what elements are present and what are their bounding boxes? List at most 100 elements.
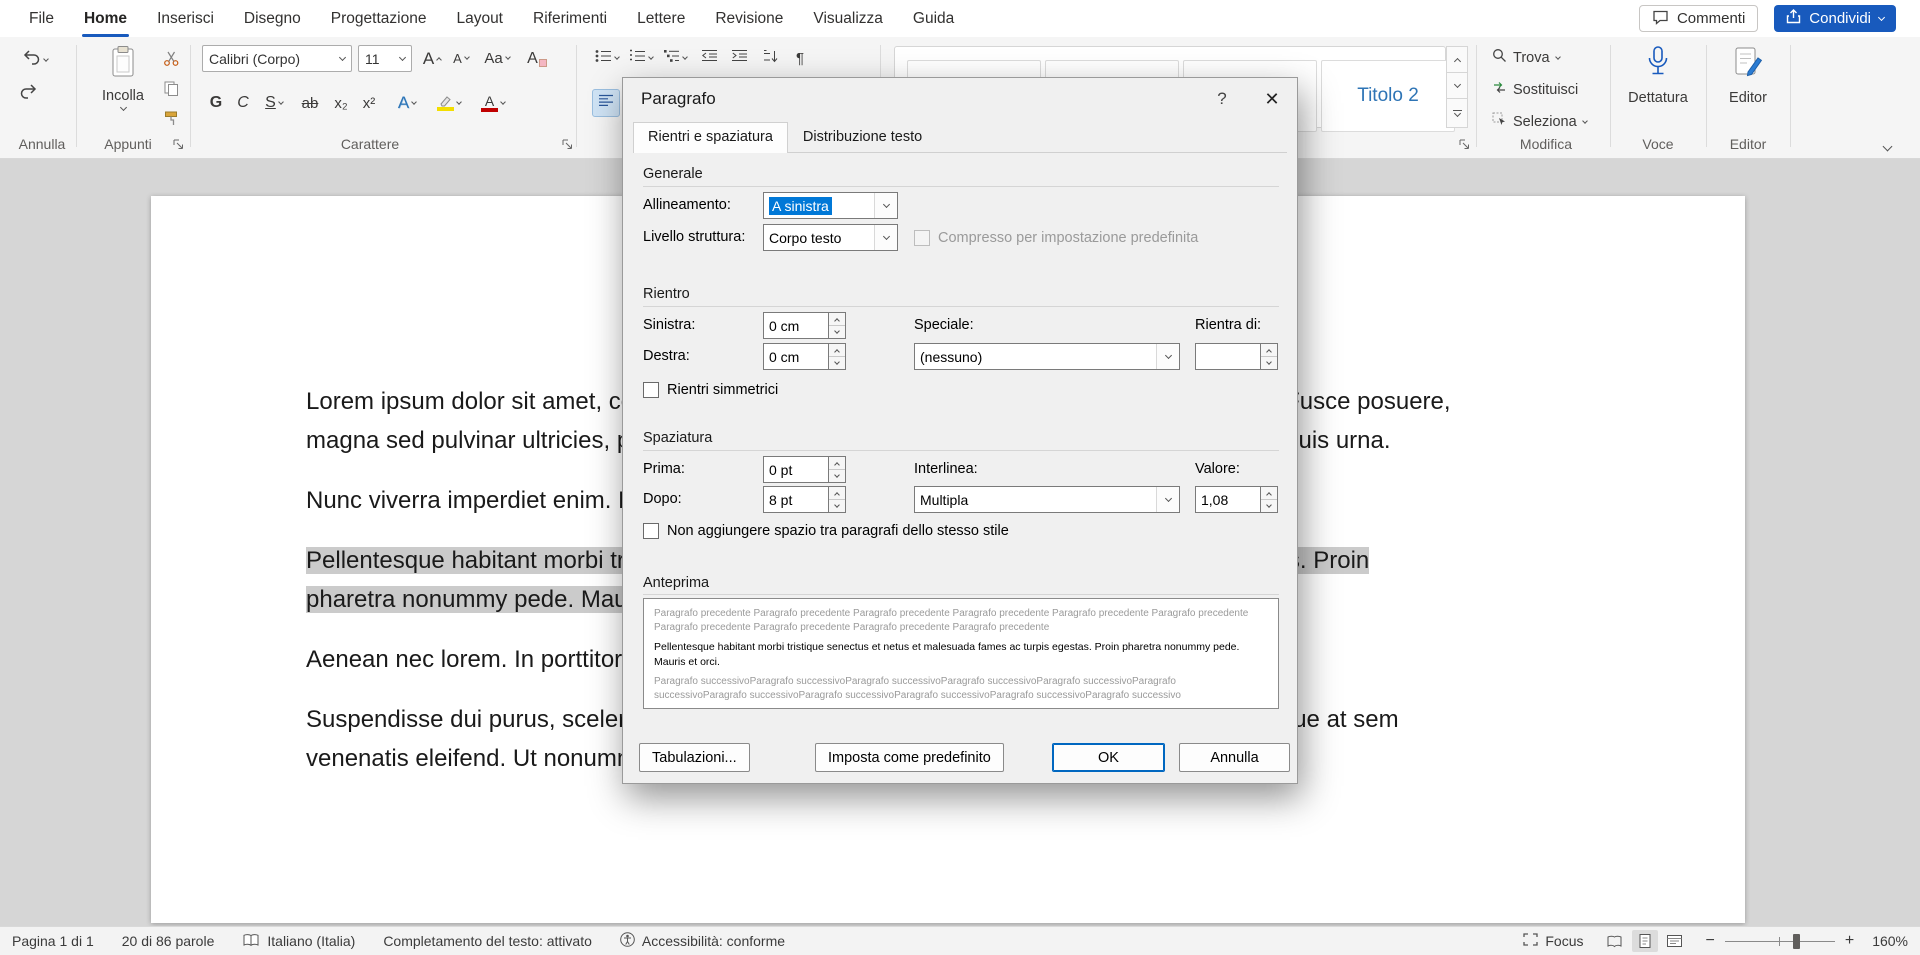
dictate-button[interactable]: Dettatura (1624, 45, 1692, 133)
editor-button[interactable]: Editor (1718, 45, 1778, 133)
spinner-down-button[interactable] (829, 500, 845, 512)
bold-button[interactable]: G (204, 89, 228, 117)
spinner-down-button[interactable] (1261, 357, 1277, 369)
share-button[interactable]: Condividi (1774, 5, 1896, 32)
format-painter-button[interactable] (158, 109, 184, 133)
clipboard-dialog-launcher[interactable] (172, 138, 187, 153)
tab-file[interactable]: File (14, 0, 69, 37)
font-size-combo[interactable]: 11 (358, 45, 412, 72)
dialog-tab-line-page-breaks[interactable]: Distribuzione testo (788, 122, 937, 152)
spinner-down-button[interactable] (829, 357, 845, 369)
tab-disegno[interactable]: Disegno (229, 0, 316, 37)
shrink-font-button[interactable]: A (448, 45, 474, 72)
spacing-at-spinner[interactable]: 1,08 (1195, 486, 1278, 513)
undo-button[interactable] (14, 47, 56, 73)
dialog-close-button[interactable]: ✕ (1247, 78, 1297, 120)
tab-riferimenti[interactable]: Riferimenti (518, 0, 622, 37)
font-color-button[interactable]: A (474, 89, 512, 117)
style-card-titolo-2[interactable]: Titolo 2 (1321, 60, 1455, 132)
zoom-out-button[interactable]: − (1706, 932, 1715, 950)
dialog-help-button[interactable]: ? (1197, 78, 1247, 120)
increase-indent-button[interactable] (726, 45, 752, 72)
zoom-slider-thumb[interactable] (1793, 934, 1800, 949)
zoom-level-button[interactable]: 160% (1872, 933, 1908, 949)
spacing-after-spinner[interactable]: 8 pt (763, 486, 846, 513)
sort-button[interactable] (756, 45, 784, 72)
text-prediction-status[interactable]: Completamento del testo: attivato (383, 933, 592, 949)
collapse-ribbon-button[interactable] (1884, 137, 1891, 155)
superscript-button[interactable]: x² (356, 89, 382, 117)
multilevel-list-button[interactable] (660, 45, 690, 72)
text-effects-button[interactable]: A (390, 89, 424, 117)
subscript-button[interactable]: x₂ (328, 89, 354, 117)
italic-button[interactable]: C (232, 89, 254, 117)
tab-layout[interactable]: Layout (441, 0, 518, 37)
spacing-before-spinner[interactable]: 0 pt (763, 456, 846, 483)
tabs-button[interactable]: Tabulazioni... (639, 743, 750, 772)
indent-right-spinner[interactable]: 0 cm (763, 343, 846, 370)
tab-visualizza[interactable]: Visualizza (798, 0, 898, 37)
spinner-up-button[interactable] (829, 457, 845, 470)
select-button[interactable]: Seleziona (1488, 109, 1591, 135)
zoom-slider[interactable] (1725, 934, 1835, 949)
change-case-button[interactable]: Aa (478, 45, 516, 72)
spinner-up-button[interactable] (829, 344, 845, 357)
clear-formatting-button[interactable]: A (522, 45, 552, 72)
cut-button[interactable] (158, 49, 184, 73)
read-mode-view-button[interactable] (1602, 930, 1628, 952)
spinner-up-button[interactable] (829, 487, 845, 500)
focus-mode-button[interactable]: Focus (1523, 933, 1583, 949)
ok-button[interactable]: OK (1052, 743, 1165, 772)
show-formatting-marks-button[interactable]: ¶ (788, 45, 812, 72)
spinner-down-button[interactable] (829, 326, 845, 338)
grow-font-button[interactable]: A (418, 45, 446, 72)
web-layout-view-button[interactable] (1662, 930, 1688, 952)
combo-dropdown-button[interactable] (1156, 344, 1179, 369)
replace-button[interactable]: Sostituisci (1488, 77, 1582, 103)
page-indicator[interactable]: Pagina 1 di 1 (12, 933, 94, 949)
find-button[interactable]: Trova (1488, 45, 1564, 71)
gallery-up-button[interactable] (1446, 46, 1468, 73)
spinner-down-button[interactable] (1261, 500, 1277, 512)
word-count[interactable]: 20 di 86 parole (122, 933, 215, 949)
set-as-default-button[interactable]: Imposta come predefinito (815, 743, 1004, 772)
combo-dropdown-button[interactable] (874, 225, 897, 250)
mirror-indents-checkbox[interactable]: Rientri simmetrici (643, 380, 778, 400)
print-layout-view-button[interactable] (1632, 930, 1658, 952)
dialog-tab-indents-spacing[interactable]: Rientri e spaziatura (633, 122, 788, 153)
tab-progettazione[interactable]: Progettazione (316, 0, 442, 37)
gallery-more-button[interactable] (1446, 98, 1468, 128)
proofing-status[interactable]: Italiano (Italia) (242, 933, 355, 950)
no-space-same-style-checkbox[interactable]: Non aggiungere spazio tra paragrafi dell… (643, 521, 1009, 541)
text-highlight-button[interactable] (430, 89, 468, 117)
numbering-button[interactable] (626, 45, 656, 72)
align-left-button[interactable] (592, 89, 620, 117)
redo-button[interactable] (14, 81, 42, 107)
spinner-up-button[interactable] (1261, 487, 1277, 500)
gallery-down-button[interactable] (1446, 72, 1468, 99)
spinner-up-button[interactable] (829, 313, 845, 326)
decrease-indent-button[interactable] (696, 45, 722, 72)
font-dialog-launcher[interactable] (561, 138, 576, 153)
spinner-up-button[interactable] (1261, 344, 1277, 357)
strikethrough-button[interactable]: ab (296, 89, 324, 117)
line-spacing-combo[interactable]: Multipla (914, 486, 1180, 513)
combo-dropdown-button[interactable] (1156, 487, 1179, 512)
copy-button[interactable] (158, 79, 184, 103)
underline-button[interactable]: S (258, 89, 290, 117)
indent-left-spinner[interactable]: 0 cm (763, 312, 846, 339)
tab-inserisci[interactable]: Inserisci (142, 0, 229, 37)
dialog-title-bar[interactable]: Paragrafo ? ✕ (623, 78, 1297, 120)
cancel-button[interactable]: Annulla (1179, 743, 1290, 772)
tab-guida[interactable]: Guida (898, 0, 969, 37)
alignment-combo[interactable]: A sinistra (763, 192, 898, 219)
indent-by-spinner[interactable] (1195, 343, 1278, 370)
tab-home[interactable]: Home (69, 0, 142, 37)
styles-dialog-launcher[interactable] (1458, 138, 1473, 153)
combo-dropdown-button[interactable] (874, 193, 897, 218)
special-combo[interactable]: (nessuno) (914, 343, 1180, 370)
spinner-down-button[interactable] (829, 470, 845, 482)
accessibility-status[interactable]: Accessibilità: conforme (620, 932, 785, 950)
zoom-in-button[interactable]: + (1845, 932, 1854, 950)
outline-level-combo[interactable]: Corpo testo (763, 224, 898, 251)
